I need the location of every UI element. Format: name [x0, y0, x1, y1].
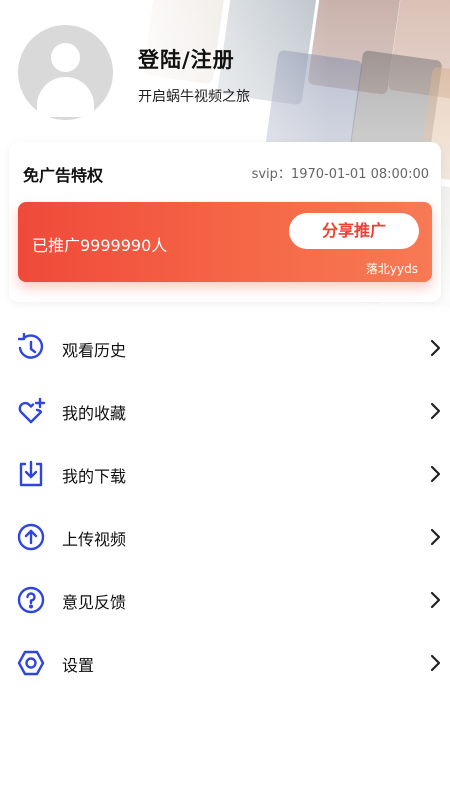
menu-list: 观看历史 我的收藏 我的下载 上传视频 意见反馈 设置	[0, 317, 450, 695]
menu-label: 我的收藏	[62, 404, 127, 423]
menu-label: 意见反馈	[62, 593, 127, 612]
chevron-right-icon	[428, 653, 442, 673]
user-avatar-icon[interactable]	[18, 25, 113, 120]
promotion-banner: 已推广9999990人 分享推广 落北yyds	[18, 202, 432, 282]
feedback-question-icon	[16, 585, 46, 615]
menu-label: 我的下载	[62, 467, 127, 486]
menu-item-feedback[interactable]: 意见反馈	[0, 569, 450, 632]
menu-label: 观看历史	[62, 341, 127, 360]
menu-label: 设置	[62, 656, 95, 675]
share-promote-button[interactable]: 分享推广	[289, 213, 419, 249]
chevron-right-icon	[428, 401, 442, 421]
chevron-right-icon	[428, 527, 442, 547]
profile-subtitle: 开启蜗牛视频之旅	[138, 89, 250, 105]
chevron-right-icon	[428, 590, 442, 610]
menu-item-upload-video[interactable]: 上传视频	[0, 506, 450, 569]
history-icon	[16, 333, 46, 363]
menu-item-watch-history[interactable]: 观看历史	[0, 317, 450, 380]
promotion-count: 已推广9999990人	[32, 236, 168, 255]
login-register-title[interactable]: 登陆/注册	[138, 44, 235, 74]
mine-page: 登陆/注册 开启蜗牛视频之旅 免广告特权 svip：1970-01-01 08:…	[0, 0, 450, 800]
download-icon	[16, 459, 46, 489]
promotion-signature: 落北yyds	[365, 262, 418, 276]
menu-item-settings[interactable]: 设置	[0, 632, 450, 695]
menu-item-my-downloads[interactable]: 我的下载	[0, 443, 450, 506]
upload-icon	[16, 522, 46, 552]
favorite-heart-icon	[16, 396, 46, 426]
vip-privilege-card: 免广告特权 svip：1970-01-01 08:00:00 已推广999999…	[9, 142, 441, 302]
vip-title: 免广告特权	[23, 166, 104, 185]
chevron-right-icon	[428, 338, 442, 358]
settings-icon	[16, 648, 46, 678]
vip-expire-time: svip：1970-01-01 08:00:00	[251, 167, 429, 182]
menu-item-my-favorites[interactable]: 我的收藏	[0, 380, 450, 443]
menu-label: 上传视频	[62, 530, 127, 549]
chevron-right-icon	[428, 464, 442, 484]
